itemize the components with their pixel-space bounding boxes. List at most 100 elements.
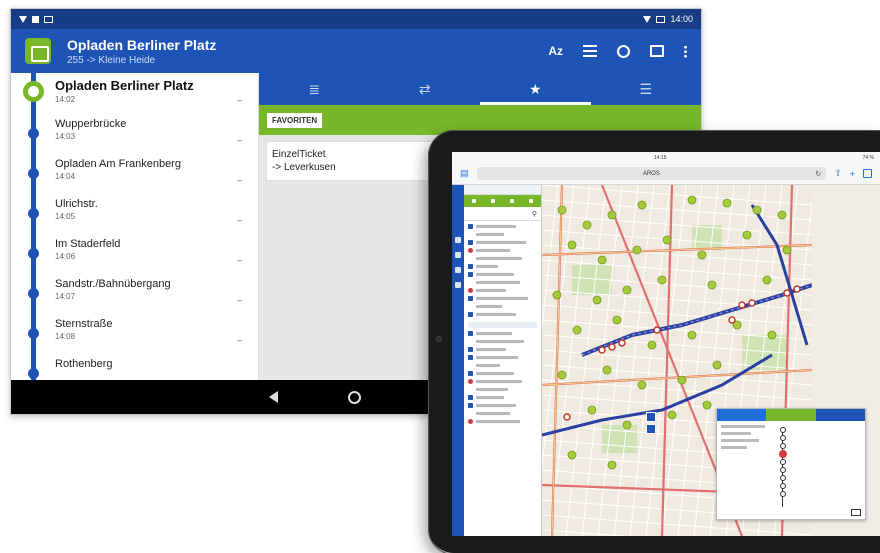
sidebar-icon[interactable]: ▤ [460, 168, 469, 179]
stop-time: 14:06 [55, 252, 76, 261]
notification-icon [32, 15, 39, 23]
stop-marker [28, 288, 39, 299]
popup-tab-1[interactable] [717, 409, 767, 421]
tab-shuffle-add[interactable]: ⇄ [370, 73, 481, 105]
stop-name: Im Staderfeld [55, 238, 121, 250]
popup-tabs [717, 409, 865, 421]
sort-az-button[interactable]: Az [548, 44, 563, 58]
sidebar-nav-icon[interactable] [455, 267, 461, 273]
stop-delay: – [236, 295, 242, 305]
panel-topbar [464, 185, 541, 195]
share-icon[interactable]: ⇧ [834, 168, 842, 179]
stop-list-item[interactable]: Sandstr./Bahnübergang 14:07 – [11, 273, 258, 313]
stop-list-item[interactable]: Im Staderfeld 14:06 – [11, 233, 258, 273]
stop-list-item[interactable]: Rothenberg [11, 353, 258, 380]
stop-time: 14:07 [55, 292, 76, 301]
stop-marker [28, 328, 39, 339]
ios-battery: 74 % [862, 154, 874, 161]
panel-search[interactable]: ⚲ [464, 207, 541, 221]
sidebar-nav-icon[interactable] [455, 237, 461, 243]
web-side-panel: ⚲ [464, 185, 542, 536]
ipad-screen: 14:15 74 % ▤ AROS ↻ ⇧ + ⚲ [452, 152, 880, 536]
stop-name: Rothenberg [55, 358, 113, 370]
stop-delay: – [236, 215, 242, 225]
tab-bar: ≣ ⇄ ★ ☰ [259, 73, 701, 105]
screen-icon [44, 15, 53, 23]
stop-delay: – [236, 175, 242, 185]
filter-list-icon[interactable] [583, 45, 597, 57]
ipad-device: 14:15 74 % ▤ AROS ↻ ⇧ + ⚲ [428, 130, 880, 553]
home-icon[interactable] [348, 390, 361, 404]
popup-tab-3[interactable] [815, 409, 865, 421]
tab-menu[interactable]: ☰ [591, 73, 702, 105]
route-subtitle: 255 -> Kleine Heide [67, 54, 156, 66]
app-bar: Opladen Berliner Platz 255 -> Kleine Hei… [11, 29, 701, 73]
stop-delay: – [236, 95, 242, 105]
stop-time: 14:02 [55, 95, 76, 104]
status-time: 14:00 [670, 14, 693, 24]
print-icon[interactable] [490, 199, 495, 203]
stop-list-item[interactable]: Ulrichstr. 14:05 – [11, 193, 258, 233]
app-logo[interactable] [25, 38, 51, 64]
ios-status-bar: 14:15 74 % [452, 152, 880, 163]
user-icon[interactable] [529, 199, 534, 203]
signal-icon [19, 15, 27, 23]
mail-icon[interactable] [650, 45, 664, 57]
tab-star[interactable]: ★ [480, 73, 591, 105]
stop-list-item[interactable]: Wupperbrücke 14:03 – [11, 113, 258, 153]
wifi-icon [643, 15, 652, 23]
safari-toolbar: ▤ AROS ↻ ⇧ + [452, 163, 880, 185]
settings-icon[interactable] [510, 199, 515, 203]
ios-status-time: 14:15 [654, 154, 667, 161]
sidebar-nav-icon[interactable] [455, 252, 461, 258]
stop-list-item[interactable]: Sternstraße 14:08 – [11, 313, 258, 353]
stop-name: Sternstraße [55, 318, 113, 330]
reload-icon[interactable]: ↻ [815, 170, 821, 178]
battery-icon [656, 15, 666, 23]
phone-icon[interactable] [471, 199, 476, 203]
stop-list-item[interactable]: Opladen Berliner Platz 14:02 – [11, 73, 258, 113]
sidebar-nav-icon[interactable] [455, 282, 461, 288]
stop-marker [28, 128, 39, 139]
stop-delay: – [236, 335, 242, 345]
panel-content [464, 221, 541, 536]
address-text: AROS [642, 170, 660, 177]
tab-list[interactable]: ≣ [259, 73, 370, 105]
stop-name: Wupperbrücke [55, 118, 127, 130]
stop-time: 14:05 [55, 212, 76, 221]
popup-tab-2[interactable] [766, 409, 816, 421]
favorites-label: FAVORITEN [267, 112, 323, 128]
marketing-composite: 14:00 Opladen Berliner Platz 255 -> Klei… [0, 0, 880, 553]
stop-delay: – [236, 135, 242, 145]
menu-icon: ☰ [639, 80, 653, 97]
stop-list-item[interactable]: Opladen Am Frankenberg 14:04 – [11, 153, 258, 193]
map-zoom-button[interactable] [646, 424, 656, 434]
stop-name: Sandstr./Bahnübergang [55, 278, 171, 290]
add-tab-icon[interactable]: + [850, 169, 855, 179]
shuffle-add-icon: ⇄ [418, 80, 431, 97]
departure-popup[interactable] [716, 408, 866, 520]
back-icon[interactable] [269, 391, 278, 403]
map-layers-button[interactable] [646, 412, 656, 422]
map-view[interactable] [542, 185, 880, 536]
tabs-icon[interactable] [863, 169, 872, 178]
current-stop-marker [23, 81, 44, 102]
stop-time: 14:08 [55, 332, 76, 341]
overflow-menu-icon[interactable] [684, 44, 687, 58]
page-title: Opladen Berliner Platz [67, 36, 217, 53]
stop-time: 14:04 [55, 172, 76, 181]
search-icon[interactable]: ⚲ [532, 210, 537, 218]
stop-delay: – [236, 255, 242, 265]
stop-marker [28, 208, 39, 219]
stop-list: Opladen Berliner Platz 14:02– Wupperbrücke… [11, 73, 259, 380]
mail-icon[interactable] [851, 509, 861, 516]
stop-marker [28, 168, 39, 179]
popup-stop-list [779, 425, 861, 507]
web-sidebar [452, 185, 464, 536]
popup-details [721, 425, 773, 497]
steering-wheel-icon[interactable] [617, 44, 630, 58]
address-bar[interactable]: AROS ↻ [476, 167, 827, 180]
list-icon: ≣ [308, 80, 321, 97]
front-camera [436, 336, 442, 342]
stop-time: 14:03 [55, 132, 76, 141]
